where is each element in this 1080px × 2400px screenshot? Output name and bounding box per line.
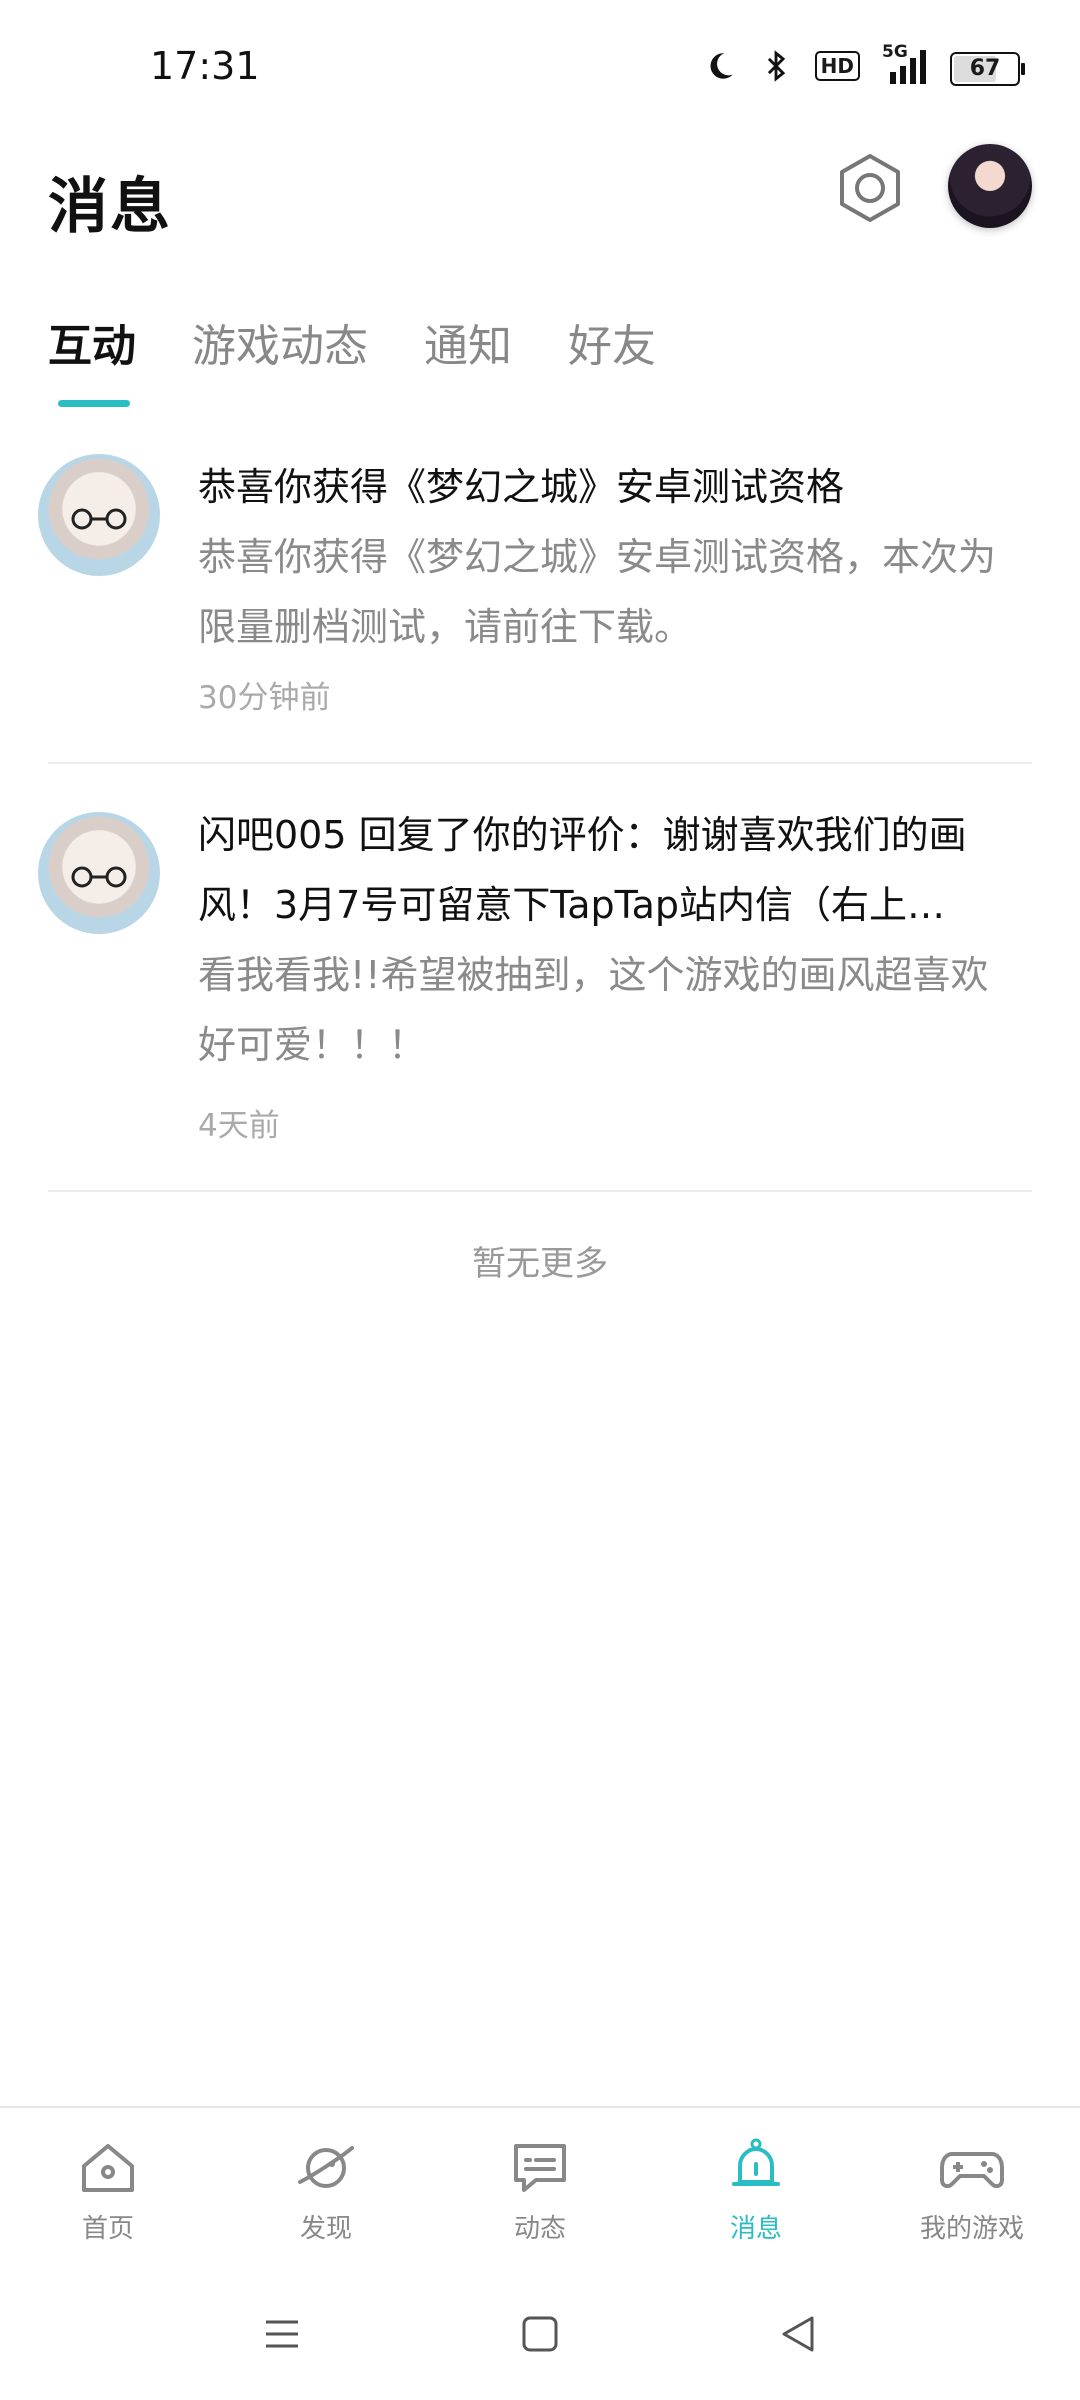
menu-button[interactable] bbox=[262, 2314, 302, 2358]
menu-icon bbox=[266, 2320, 298, 2348]
message-time: 4天前 bbox=[198, 1108, 280, 1144]
system-nav-bar bbox=[0, 2270, 1080, 2400]
gamepad-icon bbox=[940, 2152, 1004, 2189]
status-bar: 17:31 HD 5G 67 bbox=[0, 0, 1080, 130]
tab-indicator bbox=[58, 400, 130, 407]
message-title: 恭喜你获得《梦幻之城》安卓测试资格 bbox=[198, 465, 845, 509]
tab-friends[interactable]: 好友 bbox=[568, 310, 656, 374]
list-item[interactable]: 闪吧005 回复了你的评价：谢谢喜欢我们的画风！3月7号可留意下TapTap站内… bbox=[0, 800, 1080, 1190]
nav-messages[interactable]: 消息 bbox=[656, 2136, 856, 2245]
signal-icon: 5G bbox=[882, 42, 930, 84]
nav-label: 首页 bbox=[81, 2214, 134, 2244]
user-avatar[interactable] bbox=[948, 144, 1032, 228]
nav-label: 消息 bbox=[729, 2214, 782, 2244]
network-type: 5G bbox=[882, 42, 908, 62]
battery-level: 67 bbox=[969, 56, 1001, 81]
settings-button[interactable] bbox=[832, 150, 908, 226]
status-icons: HD 5G bbox=[703, 42, 930, 84]
nav-label: 发现 bbox=[299, 2214, 352, 2244]
tab-interaction[interactable]: 互动 bbox=[48, 310, 136, 374]
message-tabs: 互动 游戏动态 通知 好友 bbox=[48, 310, 712, 374]
nav-label: 动态 bbox=[513, 2214, 566, 2244]
hd-badge: HD bbox=[814, 51, 860, 81]
avatar[interactable] bbox=[38, 454, 160, 576]
tab-notifications[interactable]: 通知 bbox=[424, 310, 512, 374]
moon-icon bbox=[710, 53, 733, 79]
glasses-icon bbox=[71, 508, 127, 530]
nav-home[interactable]: 首页 bbox=[8, 2136, 208, 2245]
bell-icon bbox=[732, 2138, 780, 2186]
planet-icon bbox=[298, 2146, 354, 2188]
nav-feed[interactable]: 动态 bbox=[440, 2136, 640, 2245]
home-icon bbox=[82, 2144, 134, 2192]
list-item[interactable]: 恭喜你获得《梦幻之城》安卓测试资格 恭喜你获得《梦幻之城》安卓测试资格，本次为限… bbox=[0, 440, 1080, 760]
message-body: 恭喜你获得《梦幻之城》安卓测试资格，本次为限量删档测试，请前往下载。 bbox=[198, 535, 997, 649]
page-title: 消息 bbox=[48, 172, 172, 242]
avatar[interactable] bbox=[38, 812, 160, 934]
glasses-icon bbox=[71, 866, 127, 888]
divider bbox=[48, 762, 1032, 764]
gear-icon bbox=[840, 154, 900, 222]
tab-game-updates[interactable]: 游戏动态 bbox=[192, 310, 368, 374]
list-end-text: 暂无更多 bbox=[472, 1244, 608, 1284]
message-title: 闪吧005 回复了你的评价：谢谢喜欢我们的画风！3月7号可留意下TapTap站内… bbox=[198, 813, 967, 927]
nav-label: 我的游戏 bbox=[919, 2214, 1024, 2244]
nav-my-games[interactable]: 我的游戏 bbox=[872, 2136, 1072, 2245]
status-time: 17:31 bbox=[150, 44, 260, 88]
battery-icon: 67 bbox=[950, 52, 1025, 86]
square-icon bbox=[522, 2316, 558, 2352]
back-triangle-icon bbox=[782, 2316, 814, 2352]
message-time: 30分钟前 bbox=[198, 680, 331, 716]
bottom-nav: 首页 发现 动态 消息 我的游戏 bbox=[0, 2106, 1080, 2272]
message-body: 看我看我!!希望被抽到，这个游戏的画风超喜欢好可爱！！！ bbox=[198, 953, 989, 1067]
home-button[interactable] bbox=[520, 2314, 560, 2358]
chat-icon bbox=[514, 2144, 566, 2192]
bluetooth-icon bbox=[767, 50, 785, 82]
back-button[interactable] bbox=[778, 2314, 818, 2358]
nav-discover[interactable]: 发现 bbox=[226, 2136, 426, 2245]
divider bbox=[48, 1190, 1032, 1192]
